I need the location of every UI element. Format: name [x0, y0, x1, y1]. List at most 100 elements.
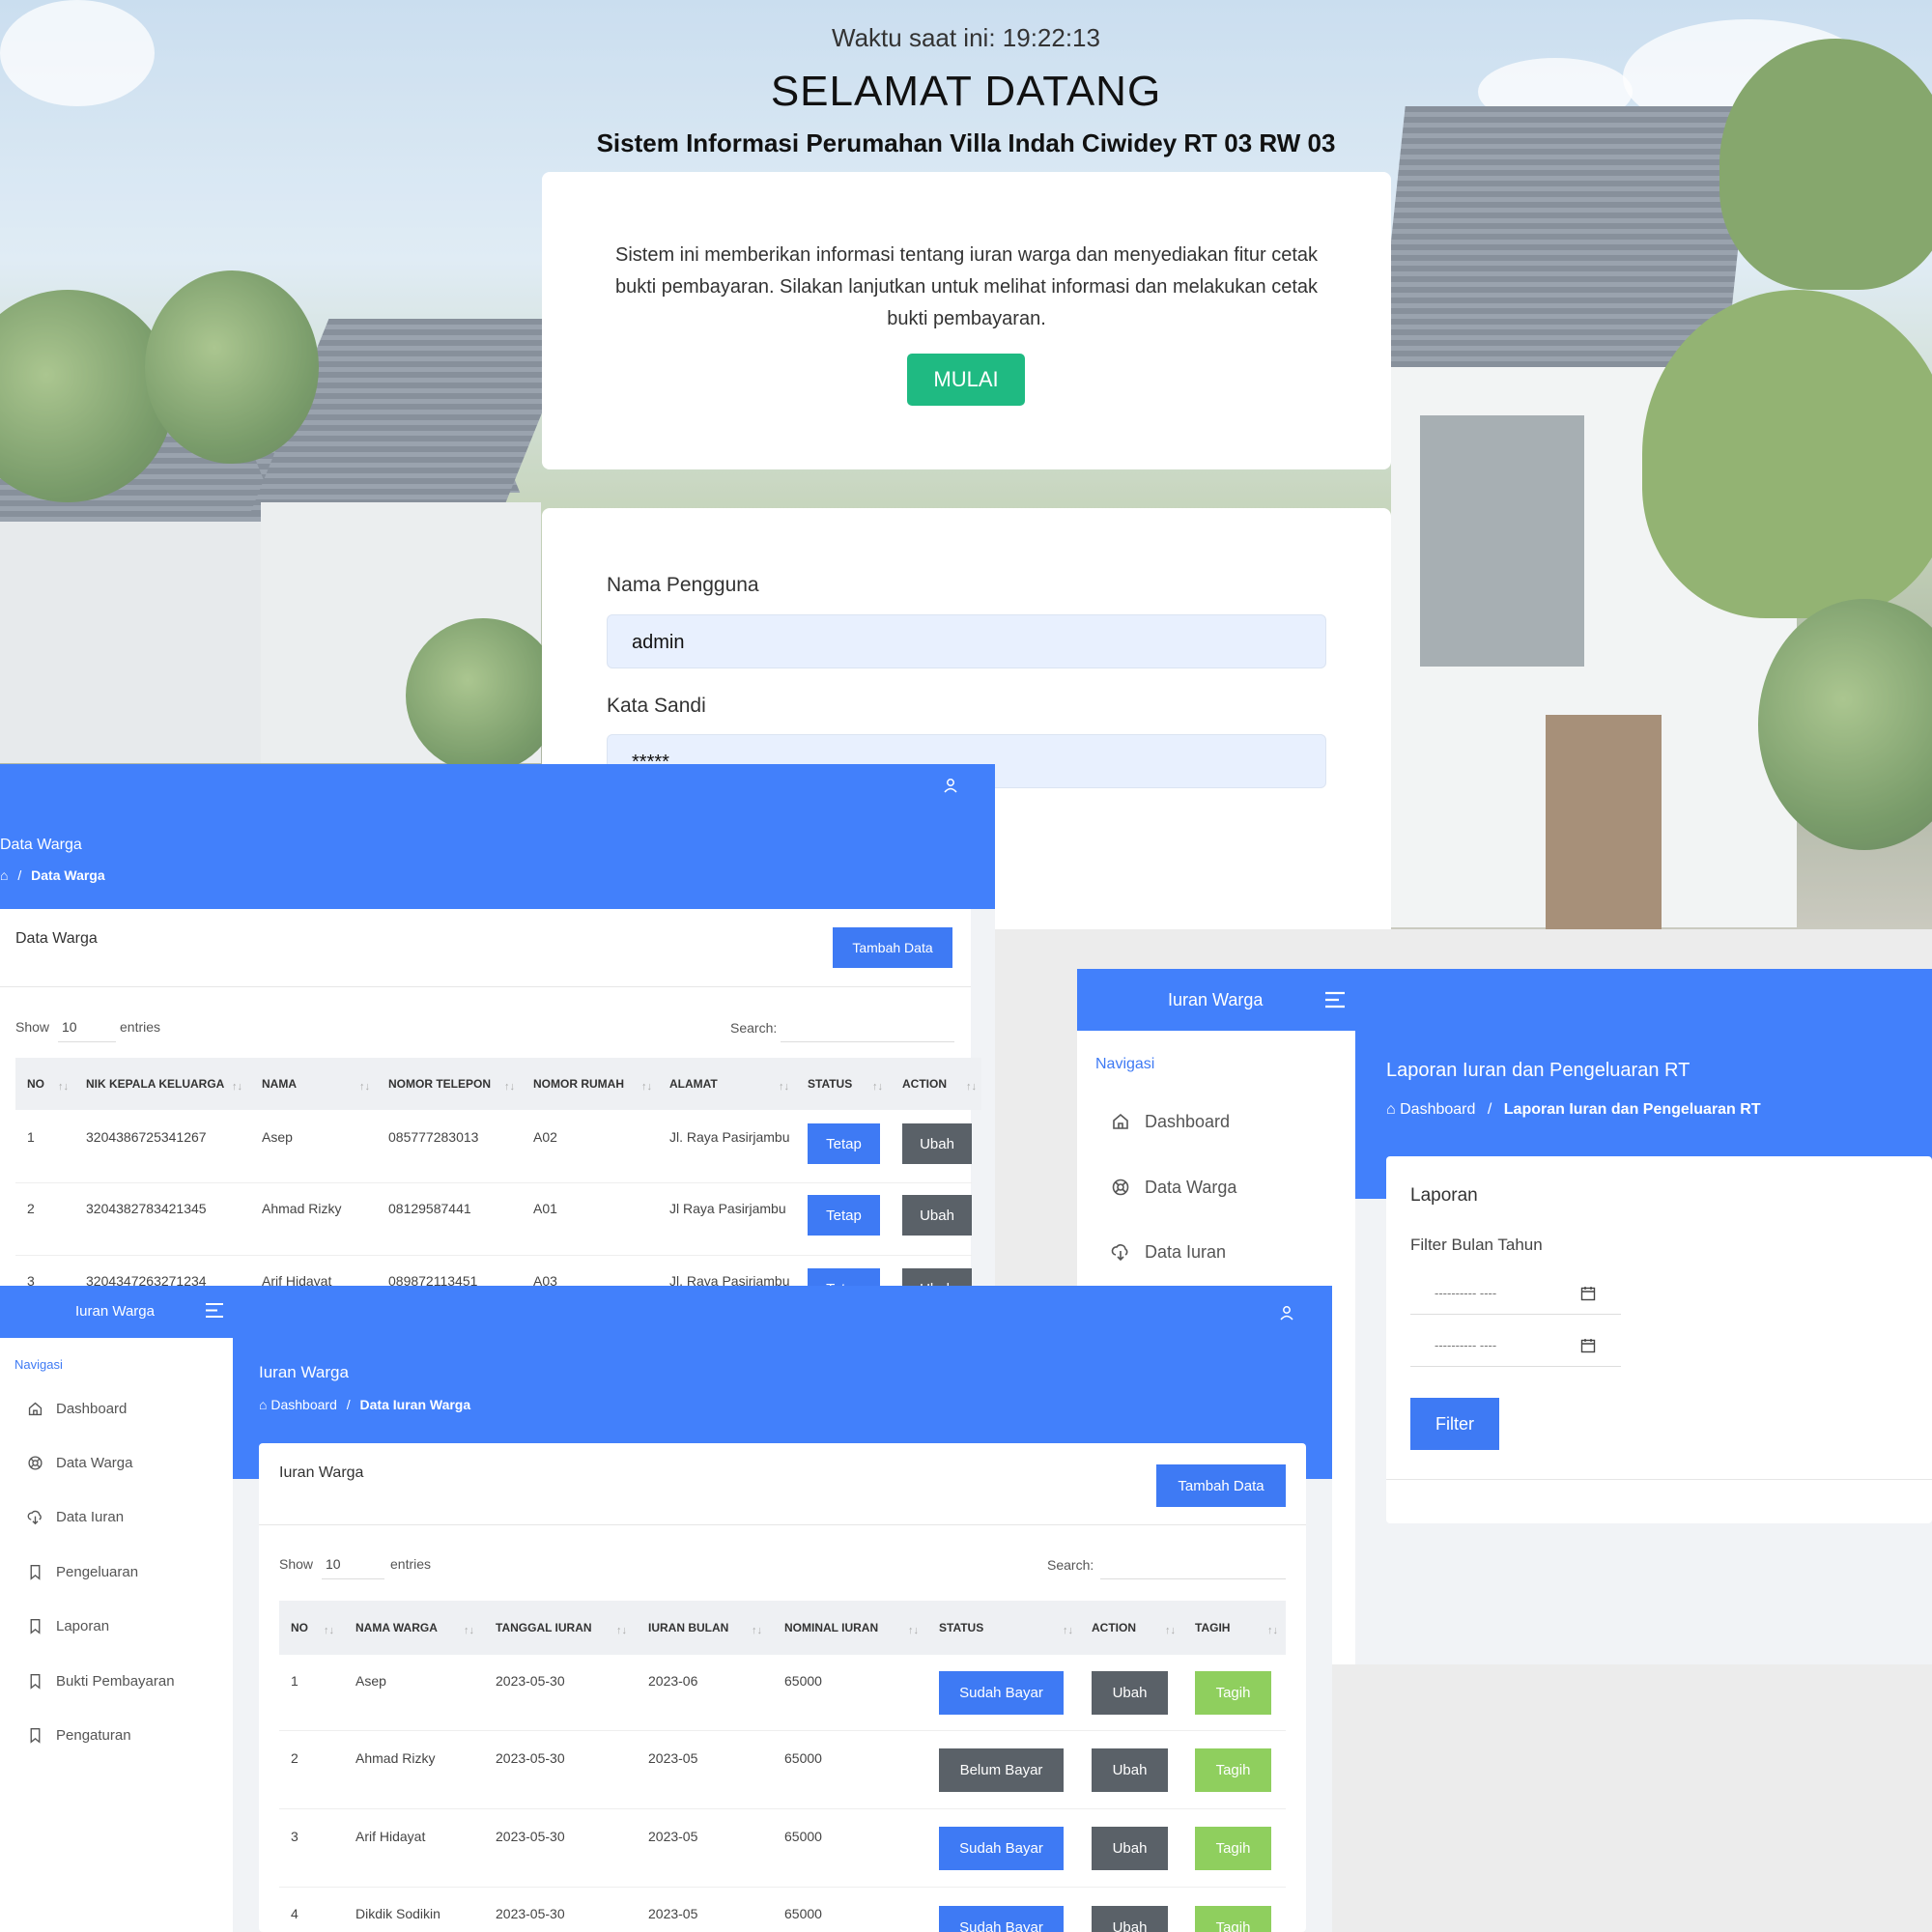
home-icon [28, 1402, 43, 1416]
col-tagih[interactable]: TAGIH [1195, 1621, 1230, 1634]
edit-button[interactable]: Ubah [1092, 1906, 1168, 1932]
sidebar-item-dashboard[interactable]: Dashboard [27, 1401, 220, 1420]
bill-button[interactable]: Tagih [1195, 1906, 1271, 1932]
password-label: Kata Sandi [607, 695, 706, 717]
menu-toggle-icon[interactable] [1323, 990, 1347, 1014]
cell-bulan: 2023-06 [648, 1673, 698, 1689]
breadcrumb-home[interactable]: Dashboard [1400, 1101, 1475, 1118]
status-button[interactable]: Tetap [808, 1123, 880, 1164]
col-rumah[interactable]: NOMOR RUMAH [533, 1077, 624, 1091]
status-button[interactable]: Tetap [808, 1268, 880, 1286]
search-label: Search: [730, 1020, 778, 1036]
col-status[interactable]: STATUS [808, 1077, 852, 1091]
sidebar-item-data-iuran[interactable]: Data Iuran [27, 1509, 220, 1528]
entries-label: entries [120, 1019, 161, 1035]
col-iuran-bulan[interactable]: IURAN BULAN [648, 1621, 728, 1634]
col-status[interactable]: STATUS [939, 1621, 983, 1634]
search-input[interactable] [781, 1011, 954, 1042]
date-start-placeholder: ---------- ---- [1435, 1286, 1497, 1300]
sidebar-item-laporan[interactable]: Laporan [27, 1618, 220, 1637]
cell-tanggal: 2023-05-30 [496, 1673, 565, 1689]
cell-nama: Ahmad Rizky [355, 1750, 436, 1766]
sidebar-item-data-warga[interactable]: Data Warga [1111, 1178, 1323, 1201]
home-icon[interactable]: ⌂ [0, 867, 8, 883]
col-nominal-iuran[interactable]: NOMINAL IURAN [784, 1621, 878, 1634]
status-button[interactable]: Sudah Bayar [939, 1827, 1064, 1870]
bookmark-icon [30, 1728, 41, 1744]
edit-button[interactable]: Ubah [1092, 1671, 1168, 1715]
cell-nama: Dikdik Sodikin [355, 1906, 440, 1921]
card-title: Laporan [1410, 1185, 1478, 1206]
add-data-button[interactable]: Tambah Data [1156, 1464, 1286, 1507]
edit-button[interactable]: Ubah [1092, 1748, 1168, 1792]
entries-select[interactable]: 10 [322, 1548, 384, 1579]
home-icon[interactable]: ⌂ [259, 1397, 267, 1412]
col-nama-warga[interactable]: NAMA WARGA [355, 1621, 438, 1634]
status-button[interactable]: Sudah Bayar [939, 1906, 1064, 1932]
sidebar-item-bukti-pembayaran[interactable]: Bukti Pembayaran [27, 1673, 220, 1692]
show-label: Show [279, 1556, 314, 1572]
calendar-icon[interactable] [1580, 1286, 1596, 1301]
entries-select[interactable]: 10 [58, 1011, 116, 1042]
breadcrumb-home[interactable]: Dashboard [270, 1397, 337, 1412]
page-title: Data Warga [0, 837, 82, 853]
home-icon[interactable]: ⌂ [1386, 1101, 1396, 1118]
add-data-button[interactable]: Tambah Data [833, 927, 952, 968]
filter-button[interactable]: Filter [1410, 1398, 1499, 1450]
sidebar-item-pengeluaran[interactable]: Pengeluaran [27, 1564, 220, 1583]
cell-telepon: 085777283013 [388, 1129, 479, 1145]
cell-bulan: 2023-05 [648, 1829, 698, 1844]
edit-button[interactable]: Ubah [902, 1268, 972, 1286]
username-input[interactable]: admin [607, 614, 1326, 668]
nav-heading: Navigasi [1095, 1056, 1155, 1072]
sidebar-item-data-warga[interactable]: Data Warga [27, 1455, 220, 1474]
user-icon[interactable] [1280, 1305, 1293, 1325]
bill-button[interactable]: Tagih [1195, 1748, 1271, 1792]
col-alamat[interactable]: ALAMAT [669, 1077, 718, 1091]
col-tanggal-iuran[interactable]: TANGGAL IURAN [496, 1621, 592, 1634]
bill-button[interactable]: Tagih [1195, 1671, 1271, 1715]
date-end-input[interactable]: ---------- ---- [1410, 1324, 1621, 1367]
start-button[interactable]: MULAI [907, 354, 1025, 406]
cell-bulan: 2023-05 [648, 1906, 698, 1921]
sidebar-item-label: Data Warga [56, 1455, 133, 1471]
welcome-heading: SELAMAT DATANG [770, 68, 1162, 115]
col-telepon[interactable]: NOMOR TELEPON [388, 1077, 491, 1091]
edit-button[interactable]: Ubah [902, 1195, 972, 1236]
system-subtitle: Sistem Informasi Perumahan Villa Indah C… [596, 128, 1336, 157]
status-button[interactable]: Tetap [808, 1195, 880, 1236]
date-end-placeholder: ---------- ---- [1435, 1338, 1497, 1352]
user-icon[interactable] [944, 778, 957, 798]
brand-title: Iuran Warga [75, 1303, 155, 1320]
data-warga-panel: Data Warga ⌂ / Data Warga Data Warga Tam… [0, 764, 995, 1286]
col-nik[interactable]: NIK KEPALA KELUARGA [86, 1077, 224, 1091]
col-no[interactable]: NO [27, 1077, 44, 1091]
status-button[interactable]: Sudah Bayar [939, 1671, 1064, 1715]
sidebar-item-pengaturan[interactable]: Pengaturan [27, 1727, 220, 1747]
search-input[interactable] [1100, 1548, 1286, 1579]
sidebar-item-dashboard[interactable]: Dashboard [1111, 1112, 1323, 1135]
info-card: Sistem ini memberikan informasi tentang … [542, 172, 1391, 469]
breadcrumb: ⌂ Dashboard / Laporan Iuran dan Pengelua… [1386, 1101, 1761, 1118]
brand-title: Iuran Warga [1168, 990, 1264, 1009]
edit-button[interactable]: Ubah [902, 1123, 972, 1164]
sidebar-item-label: Data Iuran [1145, 1242, 1227, 1262]
status-button[interactable]: Belum Bayar [939, 1748, 1064, 1792]
col-action[interactable]: ACTION [902, 1077, 947, 1091]
breadcrumb-current: Data Iuran Warga [359, 1397, 471, 1412]
cell-nik: 3204382783421345 [86, 1201, 207, 1216]
breadcrumb: ⌂ Dashboard / Data Iuran Warga [259, 1397, 471, 1412]
edit-button[interactable]: Ubah [1092, 1827, 1168, 1870]
col-nama[interactable]: NAMA [262, 1077, 297, 1091]
cloud-download-icon [1111, 1244, 1128, 1262]
cell-nama: Arif Hidayat [262, 1273, 332, 1286]
calendar-icon[interactable] [1580, 1338, 1596, 1353]
date-start-input[interactable]: ---------- ---- [1410, 1272, 1621, 1315]
col-action[interactable]: ACTION [1092, 1621, 1136, 1634]
menu-toggle-icon[interactable] [205, 1302, 224, 1323]
sidebar-item-data-iuran[interactable]: Data Iuran [1111, 1242, 1323, 1265]
col-no[interactable]: NO [291, 1621, 308, 1634]
bill-button[interactable]: Tagih [1195, 1827, 1271, 1870]
cell-alamat: Jl Raya Pasirjambu [669, 1201, 786, 1216]
search-label: Search: [1047, 1557, 1094, 1573]
